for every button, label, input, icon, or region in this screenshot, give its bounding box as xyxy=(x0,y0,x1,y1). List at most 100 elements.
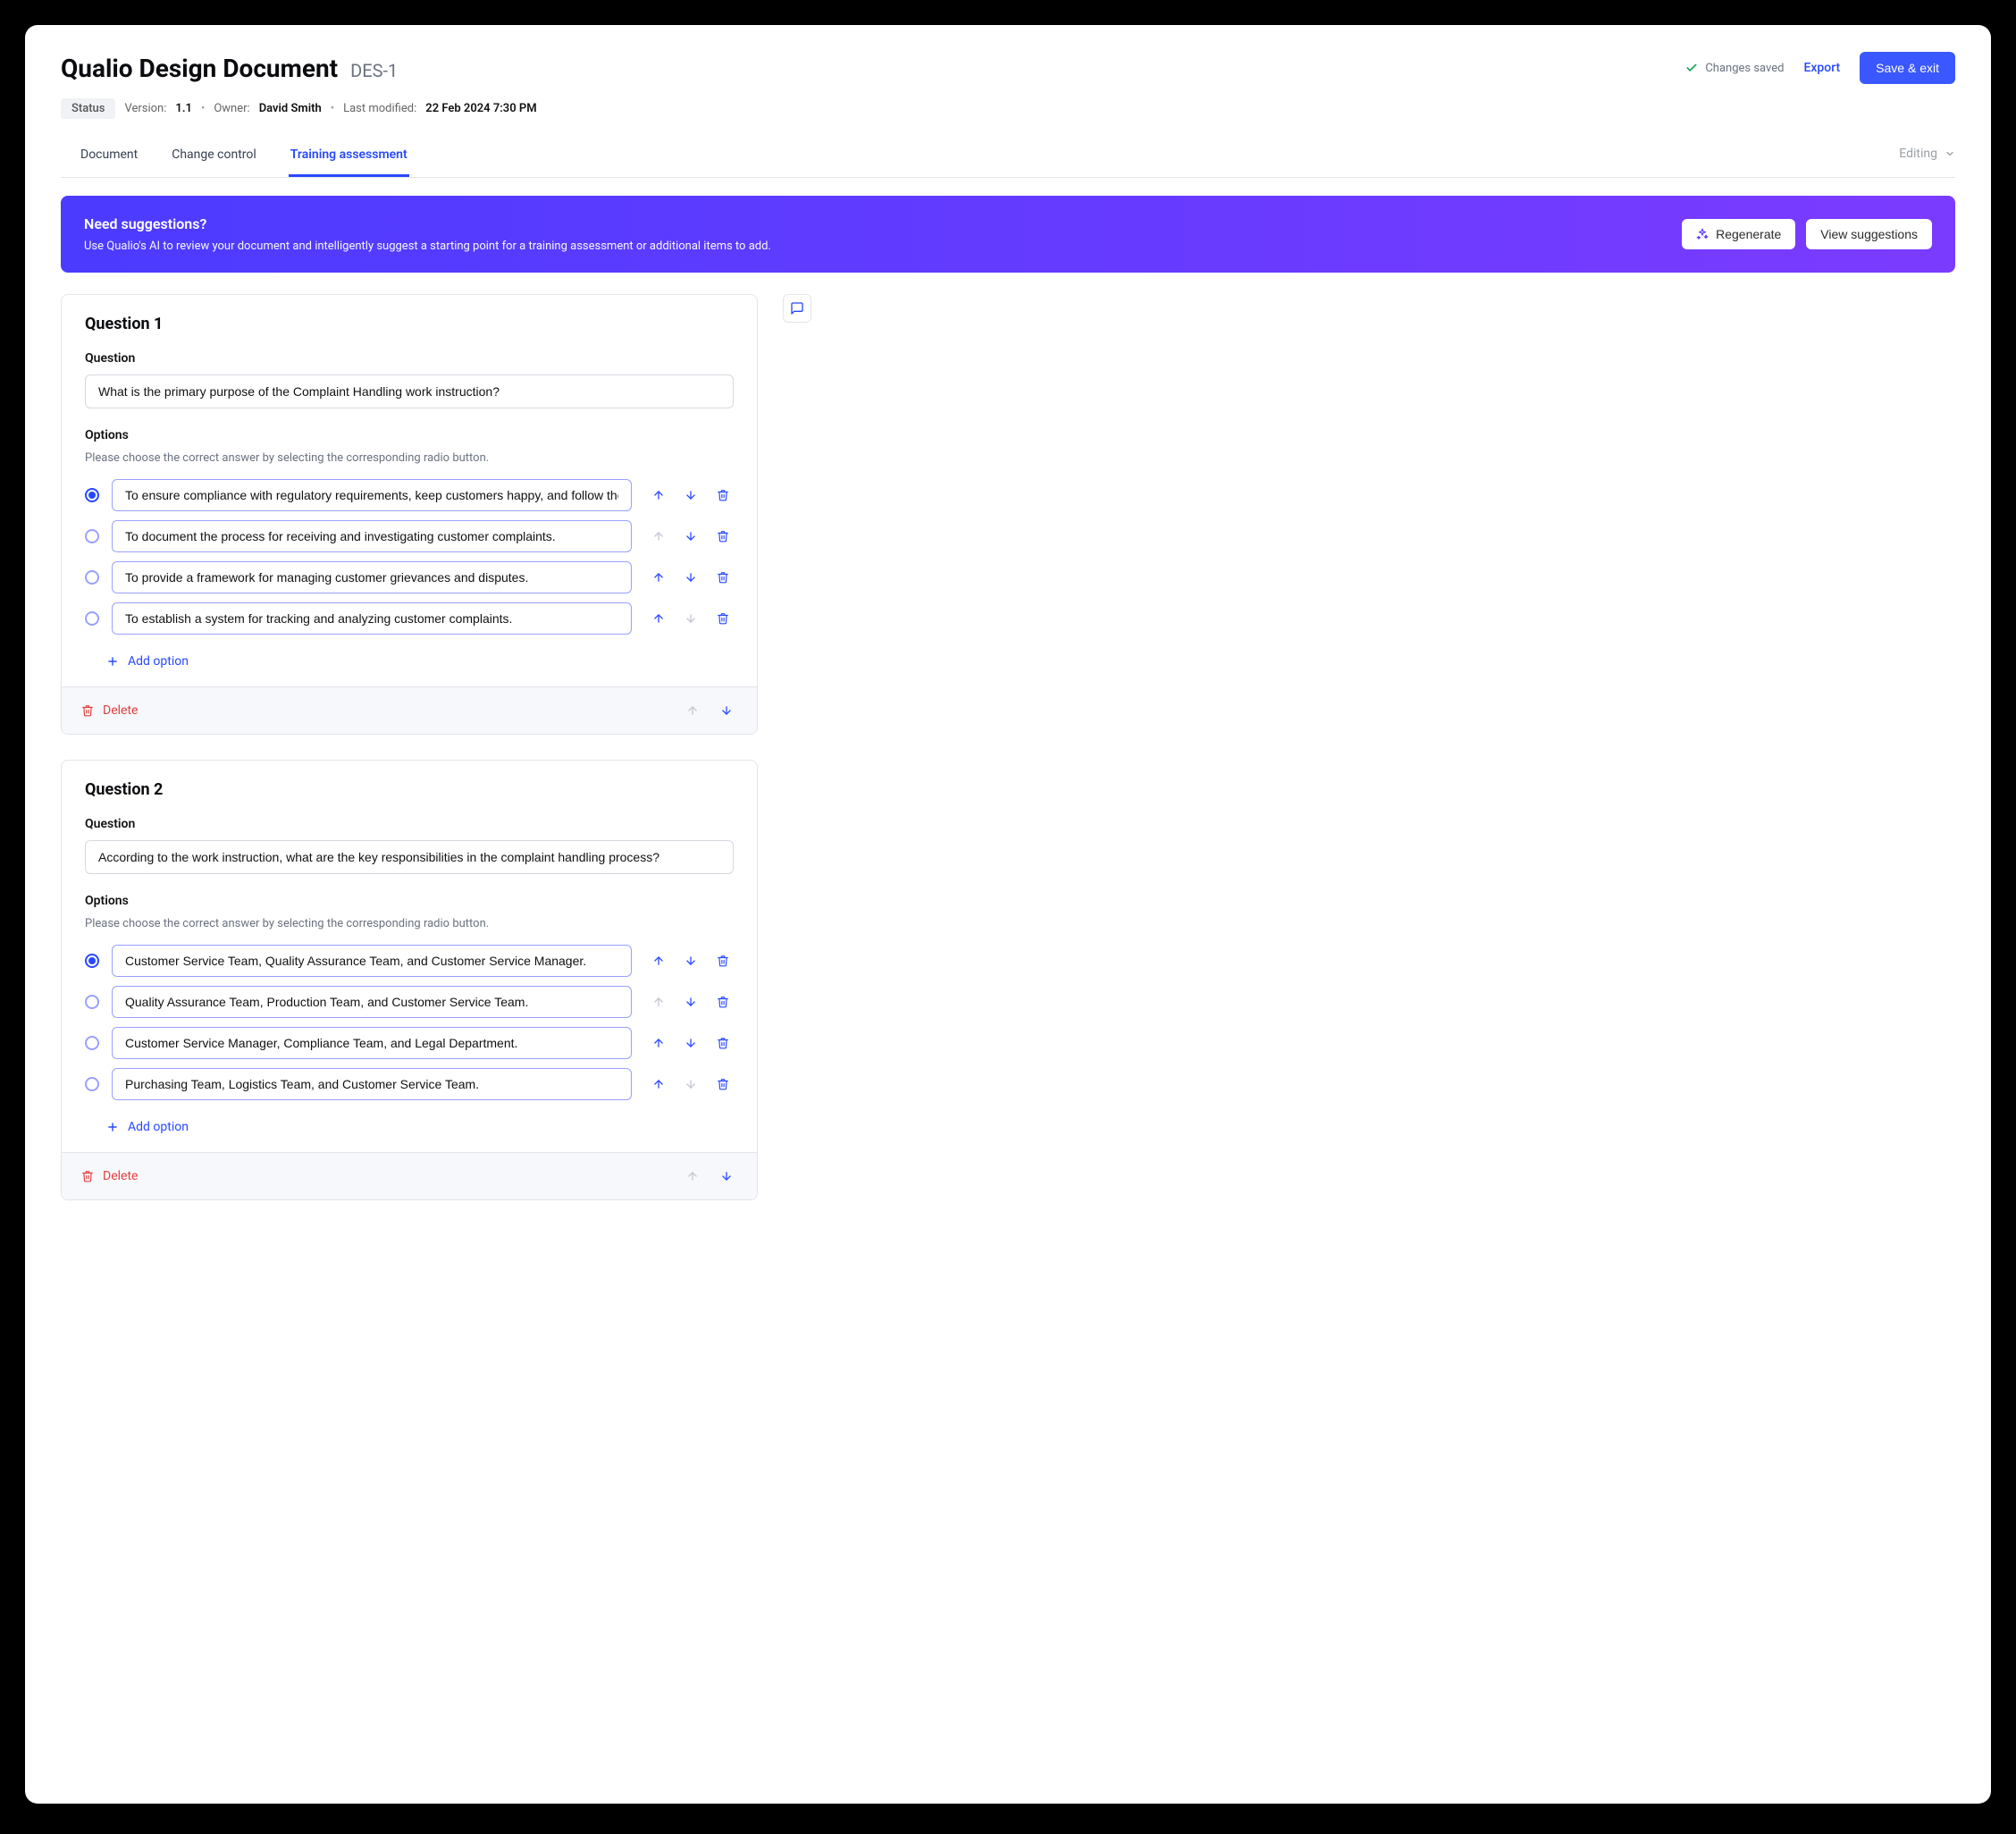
app-window: Qualio Design Document DES-1 Changes sav… xyxy=(25,25,1991,1804)
delete-option-button[interactable] xyxy=(712,950,734,972)
move-down-button[interactable] xyxy=(680,526,701,547)
arrow-down-icon xyxy=(685,571,697,584)
mode-label: Editing xyxy=(1899,147,1937,161)
move-up-button[interactable] xyxy=(648,567,669,588)
option-text-input[interactable] xyxy=(112,479,632,511)
option-actions xyxy=(644,608,734,629)
changes-saved-text: Changes saved xyxy=(1705,62,1784,75)
move-down-button xyxy=(680,1073,701,1095)
option-row xyxy=(85,986,734,1018)
arrow-down-icon xyxy=(685,530,697,543)
separator: • xyxy=(201,102,205,115)
tab-change-control[interactable]: Change control xyxy=(170,139,258,177)
delete-option-button[interactable] xyxy=(712,608,734,629)
option-radio[interactable] xyxy=(85,995,99,1009)
question-card-footer: Delete xyxy=(62,1152,757,1199)
arrow-down-icon xyxy=(685,489,697,501)
move-up-button[interactable] xyxy=(648,608,669,629)
option-text-input[interactable] xyxy=(112,561,632,593)
move-down-button[interactable] xyxy=(680,991,701,1013)
header-right: Changes saved Export Save & exit xyxy=(1685,52,1955,84)
options-hint: Please choose the correct answer by sele… xyxy=(85,451,734,465)
option-radio[interactable] xyxy=(85,611,99,626)
delete-option-button[interactable] xyxy=(712,484,734,506)
option-radio[interactable] xyxy=(85,529,99,543)
save-exit-button[interactable]: Save & exit xyxy=(1860,52,1955,84)
question-text-input[interactable] xyxy=(85,840,734,874)
plus-icon xyxy=(106,655,119,668)
option-text-input[interactable] xyxy=(112,602,632,635)
header: Qualio Design Document DES-1 Changes sav… xyxy=(61,52,1955,84)
arrow-down-icon xyxy=(685,1078,697,1090)
option-text-input[interactable] xyxy=(112,1027,632,1059)
delete-option-button[interactable] xyxy=(712,526,734,547)
comment-button[interactable] xyxy=(783,294,811,323)
move-down-button[interactable] xyxy=(680,484,701,506)
export-button[interactable]: Export xyxy=(1803,61,1840,75)
option-text-input[interactable] xyxy=(112,520,632,552)
option-row xyxy=(85,602,734,635)
delete-option-button[interactable] xyxy=(712,567,734,588)
move-up-button[interactable] xyxy=(648,1073,669,1095)
banner-title: Need suggestions? xyxy=(84,215,771,232)
option-radio[interactable] xyxy=(85,954,99,968)
tabs-row: Document Change control Training assessm… xyxy=(61,139,1955,178)
delete-question-button[interactable]: Delete xyxy=(81,1169,138,1183)
option-actions xyxy=(644,950,734,972)
move-up-button[interactable] xyxy=(648,1032,669,1054)
question-card-body: Question 1QuestionOptionsPlease choose t… xyxy=(62,295,757,686)
move-down-button[interactable] xyxy=(680,1032,701,1054)
delete-question-label: Delete xyxy=(103,703,138,718)
option-radio[interactable] xyxy=(85,570,99,585)
trash-icon xyxy=(717,612,729,625)
move-question-down-button[interactable] xyxy=(716,700,737,721)
trash-icon xyxy=(717,489,729,501)
arrow-down-icon xyxy=(685,612,697,625)
add-option-button[interactable]: Add option xyxy=(106,654,189,669)
move-question-down-button[interactable] xyxy=(716,1165,737,1187)
tab-document[interactable]: Document xyxy=(79,139,139,177)
arrow-down-icon xyxy=(685,1037,697,1049)
delete-option-button[interactable] xyxy=(712,991,734,1013)
question-text-input[interactable] xyxy=(85,374,734,408)
delete-option-button[interactable] xyxy=(712,1032,734,1054)
modified-value: 22 Feb 2024 7:30 PM xyxy=(425,102,536,115)
header-left: Qualio Design Document DES-1 xyxy=(61,54,398,83)
question-card: Question 2QuestionOptionsPlease choose t… xyxy=(61,760,758,1200)
move-down-button[interactable] xyxy=(680,567,701,588)
move-up-button[interactable] xyxy=(648,484,669,506)
move-up-button[interactable] xyxy=(648,950,669,972)
option-text-input[interactable] xyxy=(112,986,632,1018)
options-field-label: Options xyxy=(85,894,734,908)
regenerate-label: Regenerate xyxy=(1716,227,1781,241)
options-field-label: Options xyxy=(85,428,734,442)
add-option-button[interactable]: Add option xyxy=(106,1120,189,1134)
tab-training-assessment[interactable]: Training assessment xyxy=(289,139,409,177)
view-suggestions-button[interactable]: View suggestions xyxy=(1806,219,1932,249)
arrow-up-icon xyxy=(652,571,665,584)
move-down-button[interactable] xyxy=(680,950,701,972)
option-row xyxy=(85,561,734,593)
mode-selector[interactable]: Editing xyxy=(1899,147,1955,170)
option-text-input[interactable] xyxy=(112,945,632,977)
status-chip: Status xyxy=(61,98,115,119)
separator: • xyxy=(331,102,334,115)
arrow-up-icon xyxy=(652,530,665,543)
trash-icon xyxy=(717,530,729,543)
option-radio[interactable] xyxy=(85,1036,99,1050)
arrow-up-icon xyxy=(652,1078,665,1090)
option-radio[interactable] xyxy=(85,1077,99,1091)
add-option-label: Add option xyxy=(128,654,189,669)
arrow-up-icon xyxy=(652,612,665,625)
option-text-input[interactable] xyxy=(112,1068,632,1100)
arrow-up-icon xyxy=(652,996,665,1008)
delete-option-button[interactable] xyxy=(712,1073,734,1095)
regenerate-button[interactable]: Regenerate xyxy=(1682,219,1795,249)
delete-question-button[interactable]: Delete xyxy=(81,703,138,718)
owner-label: Owner: xyxy=(214,102,249,115)
option-row xyxy=(85,520,734,552)
option-radio[interactable] xyxy=(85,488,99,502)
question-card-footer: Delete xyxy=(62,686,757,734)
check-icon xyxy=(1685,62,1698,74)
question-title: Question 2 xyxy=(85,780,734,799)
